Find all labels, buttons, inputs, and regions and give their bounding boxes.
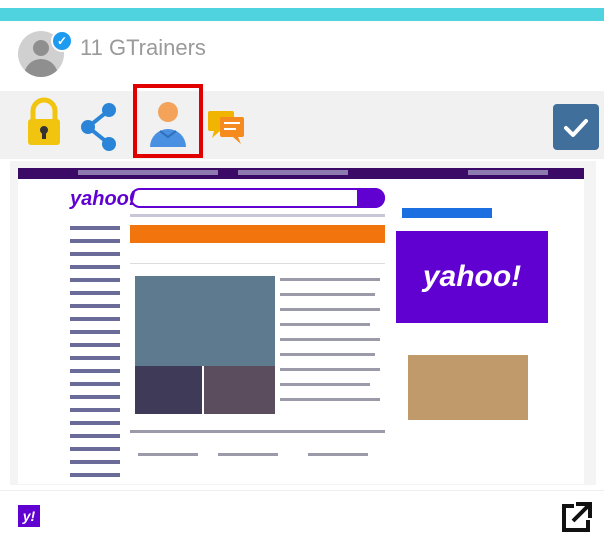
product-line [308,453,368,456]
news-line [280,278,380,281]
user-icon[interactable] [146,99,190,149]
news-tabs [130,253,385,264]
external-link-icon[interactable] [558,500,594,536]
chat-icon[interactable] [206,91,250,159]
lock-icon[interactable] [24,91,64,159]
news-line [280,398,380,401]
breaking-news-banner [130,225,385,243]
yahoo-blue-button [402,208,492,218]
checkmark-icon [564,119,588,137]
preview-screenshot[interactable]: yahoo! yahoo! [18,168,584,484]
news-line [280,308,380,311]
product-line [218,453,278,456]
post-footer [0,490,604,546]
news-line [280,323,370,326]
food-photo [408,355,528,420]
yahoo-site-logo: yahoo! [70,188,136,210]
search-icon [357,188,385,208]
yahoo-ad-banner: yahoo! [396,231,548,323]
bottom-tabs [130,430,385,433]
news-line [280,383,370,386]
avatar-head [33,40,49,56]
news-line [280,353,375,356]
yahoo-sub-nav [130,214,385,217]
news-line [280,368,380,371]
username[interactable]: 11 GTrainers [80,35,206,61]
headline-photo [135,276,275,366]
product-line [138,453,198,456]
thumb-photo [204,366,275,414]
avatar-body [24,59,58,77]
yahoo-badge-icon[interactable]: y! [18,505,40,527]
yahoo-sidebar [70,226,130,484]
thumb-photo [135,366,202,414]
top-color-bar [0,8,604,21]
share-icon[interactable] [78,91,122,159]
yahoo-search-box [130,188,385,208]
verified-badge-icon: ✓ [51,30,73,52]
checkbox-icon[interactable] [553,104,599,150]
news-line [280,293,375,296]
yahoo-top-nav [18,168,584,179]
news-line [280,338,380,341]
